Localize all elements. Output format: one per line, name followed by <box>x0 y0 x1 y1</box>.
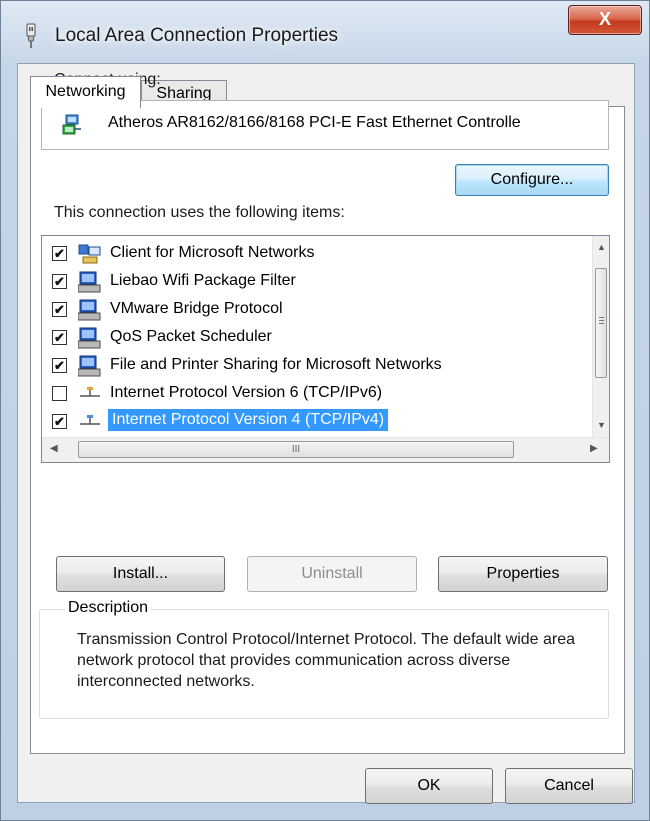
network-connection-icon <box>26 23 36 48</box>
item-label-selected: Internet Protocol Version 4 (TCP/IPv4) <box>108 409 389 431</box>
item-checkbox[interactable]: ✔ <box>52 414 67 429</box>
item-checkbox[interactable]: ✔ <box>52 358 67 373</box>
components-list[interactable]: ✔ Client for Microsoft Networks ✔ Liebao… <box>41 235 610 463</box>
vertical-scroll-thumb[interactable] <box>595 268 607 378</box>
scroll-left-icon[interactable]: ◀ <box>50 443 58 454</box>
scroll-grip: III <box>291 444 301 455</box>
network-service-icon <box>78 299 101 321</box>
ok-button[interactable]: OK <box>365 768 493 804</box>
list-item[interactable]: ✔ VMware Bridge Protocol <box>42 296 582 324</box>
list-item[interactable]: Internet Protocol Version 6 (TCP/IPv6) <box>42 380 582 408</box>
network-service-icon <box>78 271 101 293</box>
client-network-icon <box>78 244 101 264</box>
item-label: Liebao Wifi Package Filter <box>110 272 296 289</box>
close-icon: X <box>598 9 611 29</box>
items-section-label: This connection uses the following items… <box>54 204 345 221</box>
scroll-up-icon[interactable]: ▲ <box>597 242 606 252</box>
item-label: Client for Microsoft Networks <box>110 244 315 261</box>
list-item[interactable]: ✔ Client for Microsoft Networks <box>42 240 582 268</box>
configure-button[interactable]: Configure... <box>455 164 609 196</box>
item-label: File and Printer Sharing for Microsoft N… <box>110 356 442 373</box>
item-label: Internet Protocol Version 6 (TCP/IPv6) <box>110 384 383 401</box>
protocol-icon <box>80 387 100 397</box>
list-item[interactable]: ✔ Internet Protocol Version 4 (TCP/IPv4) <box>42 408 582 436</box>
properties-button[interactable]: Properties <box>438 556 608 592</box>
network-service-icon <box>78 355 101 377</box>
cancel-button[interactable]: Cancel <box>505 768 633 804</box>
item-checkbox[interactable]: ✔ <box>52 330 67 345</box>
tab-networking[interactable]: Networking <box>30 76 141 108</box>
window-title: Local Area Connection Properties <box>55 25 339 46</box>
list-item[interactable]: ✔ Liebao Wifi Package Filter <box>42 268 582 296</box>
network-adapter-icon <box>62 114 81 135</box>
item-checkbox[interactable]: ✔ <box>52 274 67 289</box>
description-legend: Description <box>65 599 152 617</box>
network-service-icon <box>78 327 101 349</box>
horizontal-scroll-thumb[interactable]: III <box>78 441 514 458</box>
scroll-right-icon[interactable]: ▶ <box>590 443 598 454</box>
item-checkbox[interactable] <box>52 386 67 401</box>
item-label: QoS Packet Scheduler <box>110 328 272 345</box>
list-item[interactable]: ✔ File and Printer Sharing for Microsoft… <box>42 352 582 380</box>
title-bar[interactable]: Local Area Connection Properties X <box>1 1 649 63</box>
protocol-icon <box>80 415 100 425</box>
uninstall-button: Uninstall <box>247 556 417 592</box>
item-checkbox[interactable]: ✔ <box>52 246 67 261</box>
tab-networking-label: Networking <box>45 83 126 100</box>
list-item[interactable]: ✔ QoS Packet Scheduler <box>42 324 582 352</box>
item-checkbox[interactable]: ✔ <box>52 302 67 317</box>
horizontal-scrollbar[interactable]: ◀ III ▶ <box>42 437 609 462</box>
vertical-scrollbar[interactable]: ▲ ▼ <box>592 236 609 437</box>
scroll-down-icon[interactable]: ▼ <box>597 420 606 430</box>
close-button[interactable]: X <box>568 5 642 35</box>
properties-window: Local Area Connection Properties X Netwo… <box>0 0 650 821</box>
install-button[interactable]: Install... <box>56 556 225 592</box>
adapter-name: Atheros AR8162/8166/8168 PCI-E Fast Ethe… <box>108 114 521 131</box>
item-label: VMware Bridge Protocol <box>110 300 283 317</box>
description-text: Transmission Control Protocol/Internet P… <box>77 631 576 690</box>
